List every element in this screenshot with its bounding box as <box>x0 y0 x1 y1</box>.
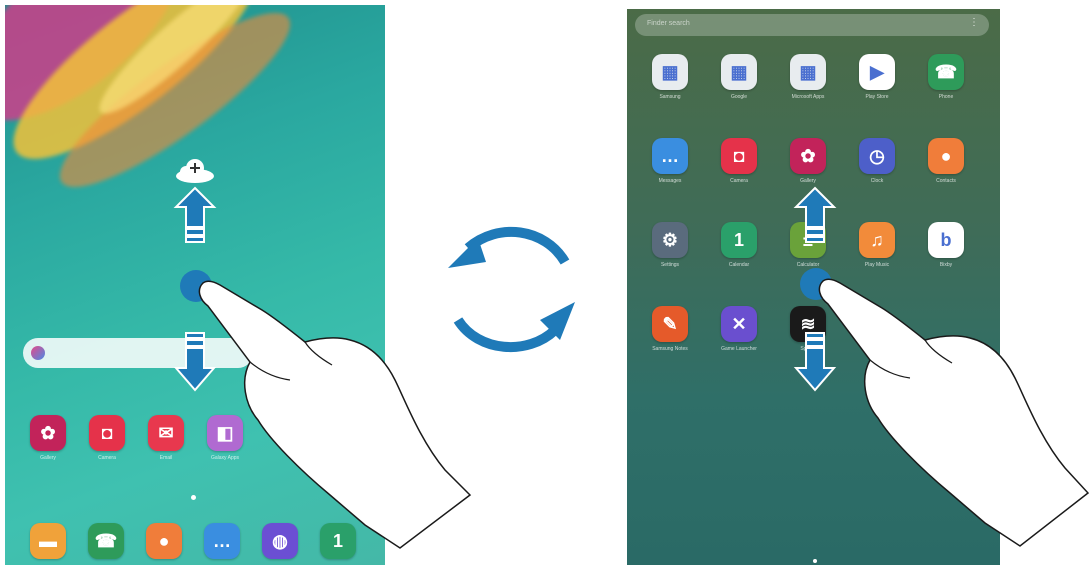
sync-arrows-icon <box>448 226 575 353</box>
swipe-up-arrow <box>173 186 217 243</box>
swipe-down-arrow <box>793 332 837 392</box>
add-cloud-icon <box>176 159 214 183</box>
swipe-up-arrow <box>793 186 837 243</box>
swipe-down-arrow <box>173 332 217 392</box>
gesture-overlay <box>173 159 1090 549</box>
finger-hand <box>198 280 472 549</box>
finger-hand <box>818 278 1090 547</box>
